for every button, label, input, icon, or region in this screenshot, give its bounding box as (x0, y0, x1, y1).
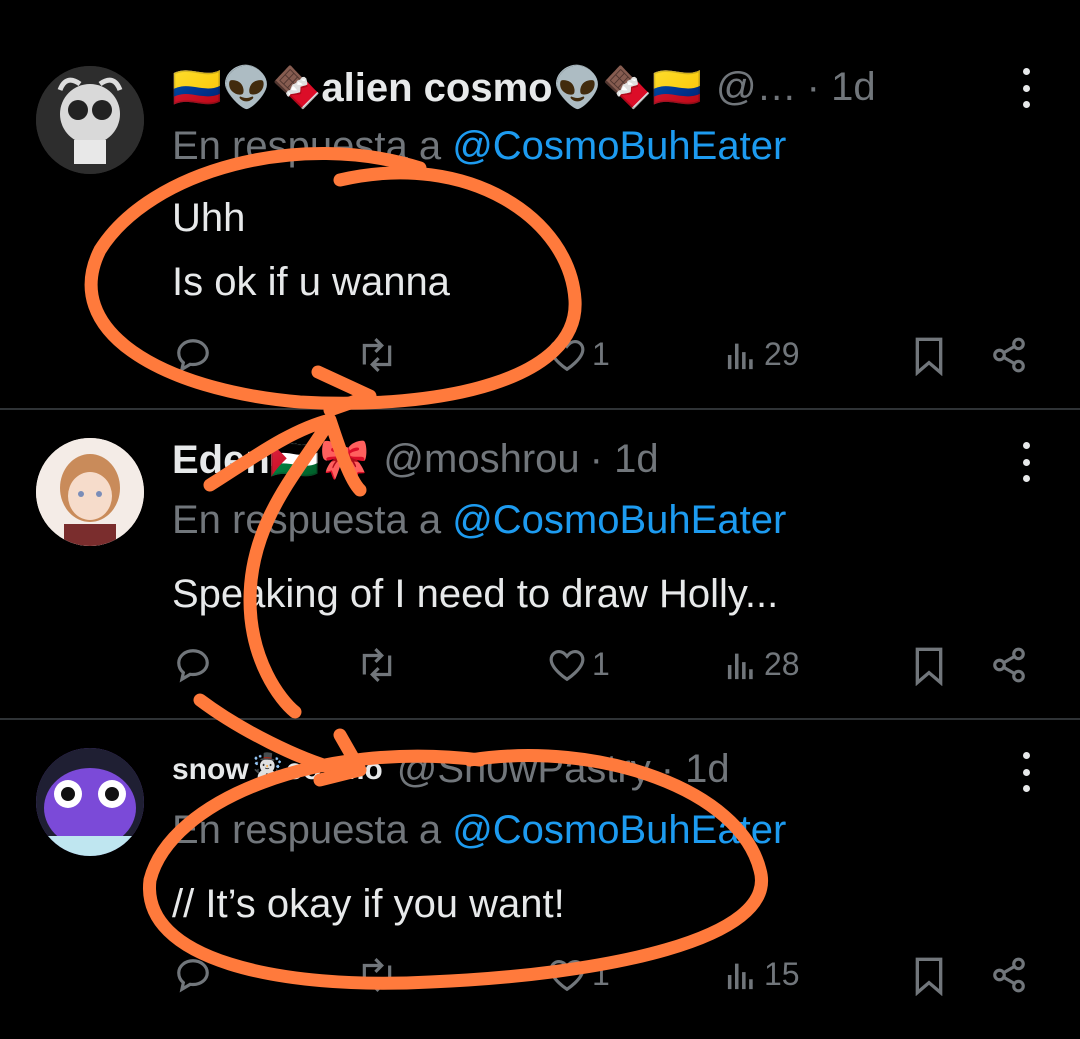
views-button[interactable]: 28 (724, 646, 800, 683)
tweet-header: 🇨🇴👽🍫alien cosmo👽🍫🇨🇴 @… · 1d (172, 60, 960, 114)
reply-icon (177, 649, 209, 683)
timestamp[interactable]: · 1d (590, 437, 659, 482)
views-button[interactable]: 15 (724, 956, 800, 993)
reply-mention[interactable]: @CosmoBuhEater (452, 498, 786, 542)
share-icon (993, 957, 1025, 993)
reply-prefix: En respuesta a (172, 124, 442, 168)
reply-context: En respuesta a @CosmoBuhEater (172, 498, 786, 543)
reply-context: En respuesta a @CosmoBuhEater (172, 124, 786, 169)
like-icon (549, 339, 585, 371)
avatar[interactable] (36, 748, 144, 856)
like-button[interactable]: 1 (548, 956, 610, 993)
bookmark-icon (915, 647, 943, 686)
views-count: 29 (764, 336, 800, 372)
display-name[interactable]: Eden🇵🇸🎀 (172, 436, 369, 483)
share-icon (993, 647, 1025, 683)
tweet-text: Speaking of I need to draw Holly... (172, 572, 779, 616)
retweet-icon (362, 958, 392, 992)
reply-mention[interactable]: @CosmoBuhEater (452, 808, 786, 852)
handle[interactable]: @… (716, 65, 797, 110)
like-button[interactable]: 1 (548, 336, 610, 373)
display-name[interactable]: 🇨🇴👽🍫alien cosmo👽🍫🇨🇴 (172, 64, 702, 111)
more-icon[interactable] (1016, 752, 1036, 792)
views-count: 15 (764, 956, 800, 992)
like-button[interactable]: 1 (548, 646, 610, 683)
tweet-3[interactable]: snow☃️cosmo @Sn0wPastry · 1d En respuest… (0, 720, 1080, 1039)
like-icon (549, 959, 585, 991)
tweet-text: Uhh Is ok if u wanna (172, 196, 450, 304)
tweet-text: // It’s okay if you want! (172, 882, 565, 926)
bookmark-button[interactable] (912, 336, 946, 376)
retweet-button[interactable] (356, 336, 398, 374)
timestamp[interactable]: · 1d (807, 65, 876, 110)
more-icon[interactable] (1016, 68, 1036, 108)
handle[interactable]: @moshrou (383, 437, 579, 482)
tweet-header: Eden🇵🇸🎀 @moshrou · 1d (172, 432, 960, 486)
action-bar: 1 29 (0, 336, 1080, 386)
timestamp[interactable]: · 1d (661, 747, 730, 792)
views-button[interactable]: 29 (724, 336, 800, 373)
retweet-button[interactable] (356, 956, 398, 994)
bookmark-icon (915, 337, 943, 376)
like-icon (549, 649, 585, 681)
avatar-image (36, 438, 144, 546)
reply-button[interactable] (174, 336, 212, 374)
reply-button[interactable] (174, 956, 212, 994)
handle[interactable]: @Sn0wPastry (397, 747, 651, 792)
reply-prefix: En respuesta a (172, 808, 442, 852)
views-count: 28 (764, 646, 800, 682)
reply-prefix: En respuesta a (172, 498, 442, 542)
reply-button[interactable] (174, 646, 212, 684)
share-button[interactable] (990, 336, 1028, 374)
action-bar: 1 28 (0, 646, 1080, 696)
bookmark-icon (915, 957, 943, 996)
retweet-icon (362, 648, 392, 682)
reply-icon (177, 959, 209, 993)
reply-context: En respuesta a @CosmoBuhEater (172, 808, 786, 853)
like-count: 1 (592, 646, 610, 682)
share-button[interactable] (990, 956, 1028, 994)
share-icon (993, 337, 1025, 373)
like-count: 1 (592, 336, 610, 372)
bookmark-button[interactable] (912, 646, 946, 686)
views-icon (727, 653, 753, 679)
reply-mention[interactable]: @CosmoBuhEater (452, 124, 786, 168)
action-bar: 1 15 (0, 956, 1080, 1006)
tweet-header: snow☃️cosmo @Sn0wPastry · 1d (172, 742, 960, 796)
tweet-2[interactable]: Eden🇵🇸🎀 @moshrou · 1d En respuesta a @Co… (0, 410, 1080, 720)
display-name[interactable]: snow☃️cosmo (172, 752, 383, 787)
views-icon (727, 963, 753, 989)
avatar-image (36, 748, 144, 856)
retweet-icon (362, 338, 392, 372)
share-button[interactable] (990, 646, 1028, 684)
tweet-1[interactable]: 🇨🇴👽🍫alien cosmo👽🍫🇨🇴 @… · 1d En respuesta… (0, 0, 1080, 410)
retweet-button[interactable] (356, 646, 398, 684)
reply-icon (177, 339, 209, 373)
views-icon (727, 343, 753, 369)
avatar[interactable] (36, 438, 144, 546)
more-icon[interactable] (1016, 442, 1036, 482)
bookmark-button[interactable] (912, 956, 946, 996)
avatar-image (36, 66, 144, 174)
like-count: 1 (592, 956, 610, 992)
avatar[interactable] (36, 66, 144, 174)
